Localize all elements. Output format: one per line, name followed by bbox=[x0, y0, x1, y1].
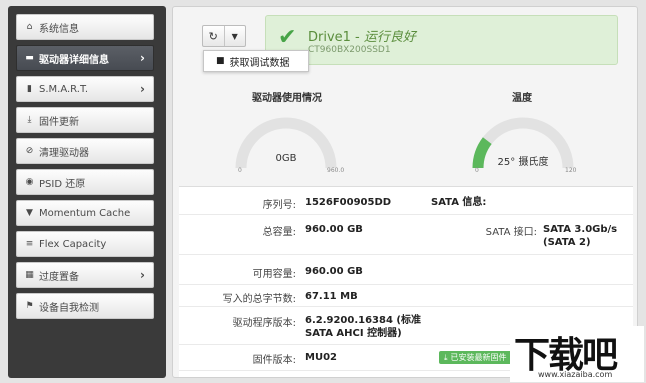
capacity-value: 960.00 GB bbox=[305, 224, 363, 235]
sidebar-item-label: 过度置备 bbox=[39, 271, 79, 283]
home-icon: ⌂ bbox=[26, 22, 33, 32]
written-label: 写入的总字节数: bbox=[222, 294, 296, 305]
download-icon: ⤓ bbox=[444, 352, 448, 362]
chevron-right-icon: › bbox=[140, 82, 145, 96]
info-row-serial: 序列号: 1526F00905DD SATA 信息: bbox=[179, 187, 633, 215]
sidebar-item-firmware-update[interactable]: ⤓ 固件更新 bbox=[16, 107, 154, 133]
caret-down-icon[interactable]: ▼ bbox=[223, 26, 246, 46]
firmware-label: 固件版本: bbox=[252, 355, 296, 366]
sidebar-item-label: S.M.A.R.T. bbox=[39, 83, 89, 95]
sidebar-item-label: 系统信息 bbox=[39, 23, 79, 35]
grid-icon: ▦ bbox=[25, 270, 34, 280]
ban-icon: ⊘ bbox=[25, 146, 34, 156]
watermark-url: www.xiazaiba.com bbox=[538, 370, 613, 379]
sidebar-item-drive-details[interactable]: ▬ 驱动器详细信息 › bbox=[16, 45, 154, 71]
bar-chart-icon: ▮ bbox=[27, 84, 32, 94]
firmware-badge-label: 已安装最新固件 bbox=[450, 353, 507, 362]
serial-label: 序列号: bbox=[262, 200, 296, 211]
sidebar-item-label: Flex Capacity bbox=[39, 238, 107, 250]
sidebar-item-overprovisioning[interactable]: ▦ 过度置备 › bbox=[16, 262, 154, 288]
sidebar-item-momentum-cache[interactable]: ▼ Momentum Cache bbox=[16, 200, 154, 226]
sidebar-item-label: 固件更新 bbox=[39, 116, 79, 128]
temperature-gauge-min: 0 bbox=[475, 167, 479, 174]
sidebar-item-label: 清理驱动器 bbox=[39, 147, 89, 159]
sidebar-item-label: Momentum Cache bbox=[39, 207, 131, 219]
sidebar-item-label: PSID 还原 bbox=[39, 178, 86, 190]
info-row-available: 可用容量: 960.00 GB bbox=[179, 255, 633, 285]
usage-gauge-min: 0 bbox=[238, 167, 242, 174]
available-value: 960.00 GB bbox=[305, 266, 363, 277]
capacity-label: 总容量: bbox=[262, 227, 296, 238]
info-row-written: 写入的总字节数: 67.11 MB bbox=[179, 285, 633, 307]
drive-title: Drive1 - 运行良好 bbox=[308, 26, 416, 45]
refresh-split-button: ↻ ▼ bbox=[202, 25, 246, 47]
main-panel: ✔ Drive1 - 运行良好 CT960BX200SSD1 ↻ ▼ ■ 获取调… bbox=[172, 6, 638, 378]
serial-value: 1526F00905DD bbox=[305, 197, 392, 208]
temperature-gauge-max: 120 bbox=[565, 167, 577, 174]
available-label: 可用容量: bbox=[252, 269, 296, 280]
usage-gauge-title: 驱动器使用情况 bbox=[252, 93, 322, 104]
drive-state: 运行良好 bbox=[363, 30, 416, 45]
eye-slash-icon: ◉ bbox=[25, 177, 34, 187]
usage-gauge-value: 0GB bbox=[275, 153, 297, 164]
drive-model: CT960BX200SSD1 bbox=[308, 45, 391, 55]
download-icon: ⤓ bbox=[27, 115, 32, 125]
sata-port-value: SATA 3.0Gb/s (SATA 2) bbox=[543, 224, 618, 248]
chevron-right-icon: › bbox=[140, 268, 145, 282]
sidebar-item-sanitize[interactable]: ⊘ 清理驱动器 bbox=[16, 138, 154, 164]
list-icon: ≡ bbox=[25, 239, 34, 249]
sata-info-label: SATA 信息: bbox=[431, 197, 487, 208]
driver-value: 6.2.9200.16384 (标准 SATA AHCI 控制器) bbox=[305, 315, 421, 339]
sata-port-label: SATA 接口: bbox=[485, 227, 537, 238]
driver-label: 驱动程序版本: bbox=[232, 318, 296, 329]
sidebar-item-system-info[interactable]: ⌂ 系统信息 bbox=[16, 14, 154, 40]
drive-icon: ▬ bbox=[25, 53, 34, 63]
menu-item-get-debug-data[interactable]: 获取调试数据 bbox=[230, 54, 290, 69]
filter-icon: ▼ bbox=[26, 208, 33, 218]
info-row-capacity: 总容量: 960.00 GB SATA 接口: SATA 3.0Gb/s (SA… bbox=[179, 215, 633, 255]
sidebar-item-self-test[interactable]: ⚑ 设备自我检测 bbox=[16, 293, 154, 319]
sidebar-item-label: 驱动器详细信息 bbox=[39, 54, 109, 66]
temperature-gauge-title: 温度 bbox=[512, 93, 532, 104]
briefcase-icon: ■ bbox=[216, 56, 225, 66]
drive-status-box: ✔ Drive1 - 运行良好 CT960BX200SSD1 bbox=[265, 15, 618, 65]
sidebar-item-label: 设备自我检测 bbox=[39, 302, 99, 314]
site-watermark: 下载吧 www.xiazaiba.com bbox=[510, 326, 644, 382]
sidebar: ⌂ 系统信息 ▬ 驱动器详细信息 › ▮ S.M.A.R.T. › ⤓ 固件更新… bbox=[8, 6, 166, 378]
firmware-installed-badge: ⤓ 已安装最新固件 bbox=[439, 351, 512, 364]
refresh-icon[interactable]: ↻ bbox=[203, 26, 224, 46]
usage-gauge-max: 960.0 bbox=[327, 167, 345, 174]
checkmark-icon: ✔ bbox=[278, 25, 297, 50]
firmware-value: MU02 bbox=[305, 352, 337, 363]
temperature-gauge-value: 25° 摄氏度 bbox=[497, 157, 549, 168]
dropdown-menu: ■ 获取调试数据 bbox=[203, 50, 309, 72]
sidebar-item-flex-capacity[interactable]: ≡ Flex Capacity bbox=[16, 231, 154, 257]
chevron-right-icon: › bbox=[140, 51, 145, 65]
sidebar-item-psid-revert[interactable]: ◉ PSID 还原 bbox=[16, 169, 154, 195]
flag-icon: ⚑ bbox=[25, 301, 34, 311]
sidebar-item-smart[interactable]: ▮ S.M.A.R.T. › bbox=[16, 76, 154, 102]
drive-name: Drive1 - bbox=[308, 30, 364, 45]
written-value: 67.11 MB bbox=[305, 291, 358, 302]
